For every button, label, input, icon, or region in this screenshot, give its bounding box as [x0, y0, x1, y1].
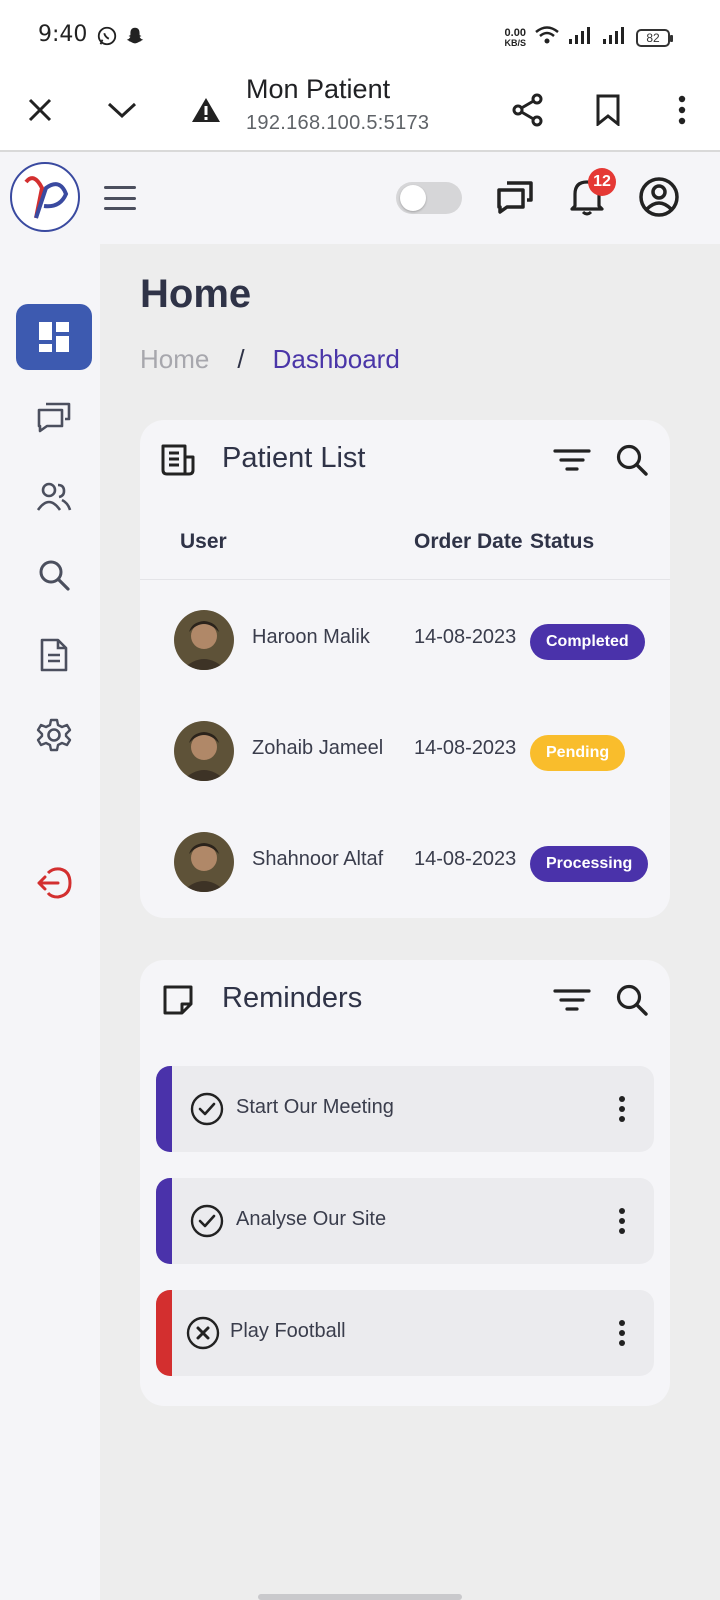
- warning-icon[interactable]: [184, 88, 228, 132]
- net-speed: 0.00 KB/S: [504, 26, 526, 48]
- bookmark-icon[interactable]: [586, 88, 630, 132]
- patient-name: Haroon Malik: [252, 626, 370, 648]
- column-user: User: [180, 530, 227, 553]
- status-badge: Pending: [530, 735, 626, 771]
- status-badge: Processing: [530, 846, 649, 882]
- avatar: [174, 721, 234, 781]
- reminders-header: Reminders: [140, 960, 670, 1040]
- table-row[interactable]: Shahnoor Altaf 14-08-2023 Processing: [140, 804, 670, 916]
- app-header: 12: [0, 152, 720, 244]
- breadcrumb-home[interactable]: Home: [140, 344, 209, 375]
- breadcrumb: Home / Dashboard: [140, 344, 400, 375]
- patient-table-header: User Order Date Status: [140, 520, 670, 580]
- status-badge: Completed: [530, 624, 645, 660]
- patient-name: Shahnoor Altaf: [252, 848, 384, 870]
- snapchat-icon: [124, 25, 146, 52]
- sidebar-item-documents[interactable]: [16, 622, 92, 688]
- table-row[interactable]: Haroon Malik 14-08-2023 Completed: [140, 582, 670, 694]
- gear-icon: [36, 718, 72, 752]
- patient-list-header: Patient List: [140, 420, 670, 500]
- sticky-note-icon: [158, 980, 198, 1020]
- reminders-title: Reminders: [222, 982, 363, 1014]
- signal-icon: [568, 25, 594, 50]
- messages-icon[interactable]: [492, 174, 538, 220]
- status-time: 9:40: [38, 22, 88, 47]
- user-account-icon[interactable]: [636, 174, 682, 220]
- wifi-icon: [534, 24, 560, 51]
- reminder-item[interactable]: Start Our Meeting: [156, 1066, 654, 1152]
- order-date: 14-08-2023: [414, 626, 517, 648]
- reminder-item[interactable]: Play Football: [156, 1290, 654, 1376]
- whatsapp-icon: [96, 25, 118, 52]
- search-icon: [39, 560, 70, 591]
- table-row[interactable]: Zohaib Jameel 14-08-2023 Pending: [140, 693, 670, 805]
- avatar: [174, 832, 234, 892]
- browser-page-title: Mon Patient: [246, 74, 391, 104]
- filter-icon[interactable]: [550, 980, 594, 1020]
- reminder-text: Analyse Our Site: [236, 1208, 387, 1230]
- gesture-bar[interactable]: [258, 1594, 462, 1600]
- notification-count-badge: 12: [588, 168, 616, 196]
- column-order-date: Order Date: [414, 530, 523, 553]
- sidebar-item-dashboard[interactable]: [16, 304, 92, 370]
- sidebar-item-settings[interactable]: [16, 702, 92, 768]
- check-circle-icon[interactable]: [190, 1204, 224, 1238]
- breadcrumb-separator: /: [237, 344, 245, 374]
- breadcrumb-current: Dashboard: [272, 344, 400, 374]
- sidebar-item-logout[interactable]: [16, 850, 92, 916]
- more-vert-icon[interactable]: [660, 88, 704, 132]
- search-icon[interactable]: [610, 440, 654, 480]
- search-icon[interactable]: [610, 980, 654, 1020]
- chat-icon: [37, 402, 71, 433]
- dashboard-icon: [39, 322, 69, 352]
- reminders-card: Reminders Start Our Meeting Analyse Our …: [140, 960, 670, 1406]
- sidebar-item-messages[interactable]: [16, 384, 92, 450]
- column-status: Status: [530, 530, 595, 553]
- page-title: Home: [140, 272, 252, 316]
- patient-list-card: Patient List User Order Date Status Haro…: [140, 420, 670, 918]
- share-icon[interactable]: [506, 88, 550, 132]
- sidebar-item-search[interactable]: [16, 542, 92, 608]
- close-icon[interactable]: [18, 88, 62, 132]
- reminder-color-bar: [156, 1066, 172, 1152]
- chevron-down-icon[interactable]: [100, 88, 144, 132]
- reminder-color-bar: [156, 1178, 172, 1264]
- order-date: 14-08-2023: [414, 737, 517, 759]
- check-circle-icon[interactable]: [190, 1092, 224, 1126]
- sidebar-item-patients[interactable]: [16, 464, 92, 530]
- main-content: Home Home / Dashboard Patient List User …: [100, 244, 720, 1600]
- status-bar: 9:40 0.00 KB/S 82: [0, 0, 720, 68]
- order-date: 14-08-2023: [414, 848, 517, 870]
- users-icon: [36, 482, 72, 511]
- filter-icon[interactable]: [550, 440, 594, 480]
- browser-url[interactable]: 192.168.100.5:5173: [246, 112, 429, 135]
- reminder-text: Play Football: [230, 1320, 346, 1342]
- app-logo[interactable]: [10, 162, 80, 232]
- avatar: [174, 610, 234, 670]
- menu-icon[interactable]: [100, 180, 140, 216]
- battery-indicator: 82: [636, 28, 673, 47]
- more-options-icon[interactable]: [612, 1316, 632, 1350]
- patient-list-title: Patient List: [222, 442, 366, 474]
- cancel-circle-icon[interactable]: [186, 1316, 220, 1350]
- newspaper-icon: [158, 440, 198, 480]
- logout-icon: [37, 867, 72, 899]
- more-options-icon[interactable]: [612, 1092, 632, 1126]
- reminder-color-bar: [156, 1290, 172, 1376]
- reminder-item[interactable]: Analyse Our Site: [156, 1178, 654, 1264]
- browser-toolbar: Mon Patient 192.168.100.5:5173: [0, 68, 720, 152]
- reminder-text: Start Our Meeting: [236, 1096, 394, 1118]
- patient-name: Zohaib Jameel: [252, 737, 384, 759]
- theme-toggle[interactable]: [396, 182, 462, 214]
- more-options-icon[interactable]: [612, 1204, 632, 1238]
- signal-icon-2: [602, 25, 628, 50]
- sidebar: [0, 244, 100, 1600]
- document-icon: [40, 638, 68, 672]
